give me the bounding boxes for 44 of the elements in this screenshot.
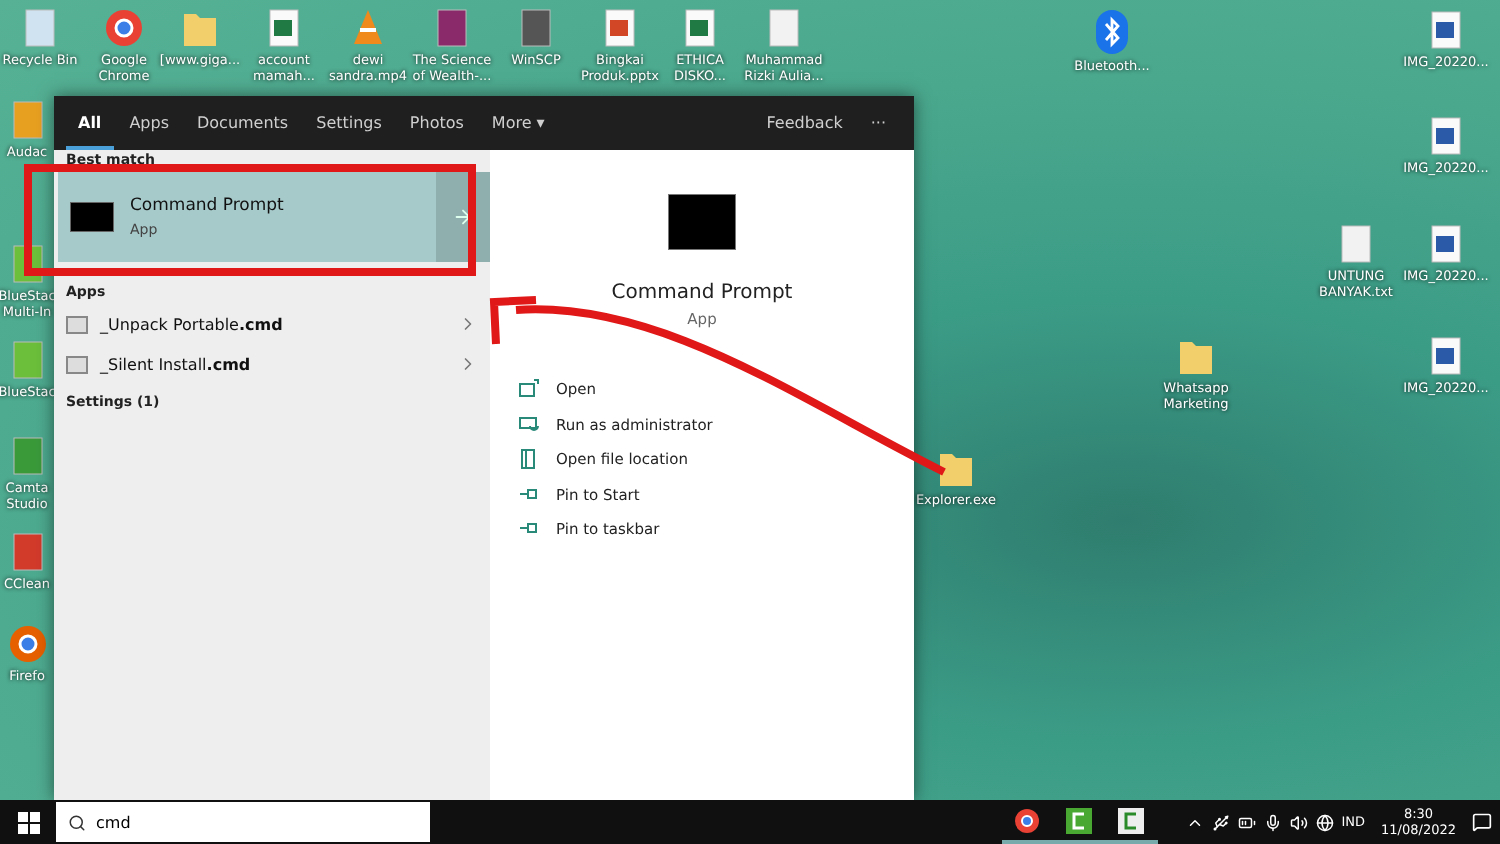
document-icon [766, 8, 802, 48]
shield-window-icon [518, 413, 540, 436]
usb-icon[interactable] [1211, 813, 1230, 831]
app-result[interactable]: _Unpack Portable.cmd [54, 304, 490, 344]
search-tab[interactable]: More ▾ [479, 96, 557, 150]
preview-title: Command Prompt [611, 282, 793, 304]
folder-icon [938, 448, 974, 488]
image-file-icon [1428, 10, 1464, 50]
image-file-icon [1428, 336, 1464, 376]
folder-icon [182, 8, 218, 48]
open-window-icon [518, 378, 540, 401]
search-tab[interactable]: Photos [397, 96, 476, 150]
folder-icon [1178, 336, 1214, 376]
arrow-right-icon [452, 206, 474, 228]
feedback-button[interactable]: Feedback [754, 96, 855, 150]
image-file-icon [1428, 224, 1464, 264]
spreadsheet-file-icon [266, 8, 302, 48]
globe-icon[interactable] [1315, 813, 1334, 831]
presentation-file-icon [602, 8, 638, 48]
script-file-icon [66, 315, 88, 333]
search-icon [68, 813, 86, 831]
terminal-icon [668, 194, 736, 250]
app-result[interactable]: _Silent Install.cmd [54, 344, 490, 384]
traffic-cone-icon [350, 8, 386, 48]
file-location-icon [518, 448, 540, 471]
search-tab[interactable]: Apps [117, 96, 181, 150]
chrome-icon [1014, 807, 1041, 833]
notifications-icon[interactable] [1472, 812, 1492, 832]
spreadsheet-file-icon [682, 8, 718, 48]
script-file-icon [66, 355, 88, 373]
microphone-icon[interactable] [1263, 813, 1282, 831]
taskbar-search-field[interactable]: cmd [56, 802, 430, 842]
search-tab[interactable]: Documents [184, 96, 301, 150]
battery-icon[interactable] [1237, 813, 1256, 831]
search-input[interactable]: cmd [96, 813, 336, 831]
search-tab[interactable]: Settings [304, 96, 394, 150]
document-icon [1338, 224, 1374, 264]
more-options-button[interactable]: ··· [858, 96, 898, 150]
chrome-icon [104, 8, 144, 48]
windows-logo-icon [17, 811, 39, 833]
speaker-icon[interactable] [1289, 813, 1308, 831]
terminal-icon [70, 202, 114, 232]
bluetooth-icon [1096, 10, 1128, 54]
image-file-icon [1428, 116, 1464, 156]
